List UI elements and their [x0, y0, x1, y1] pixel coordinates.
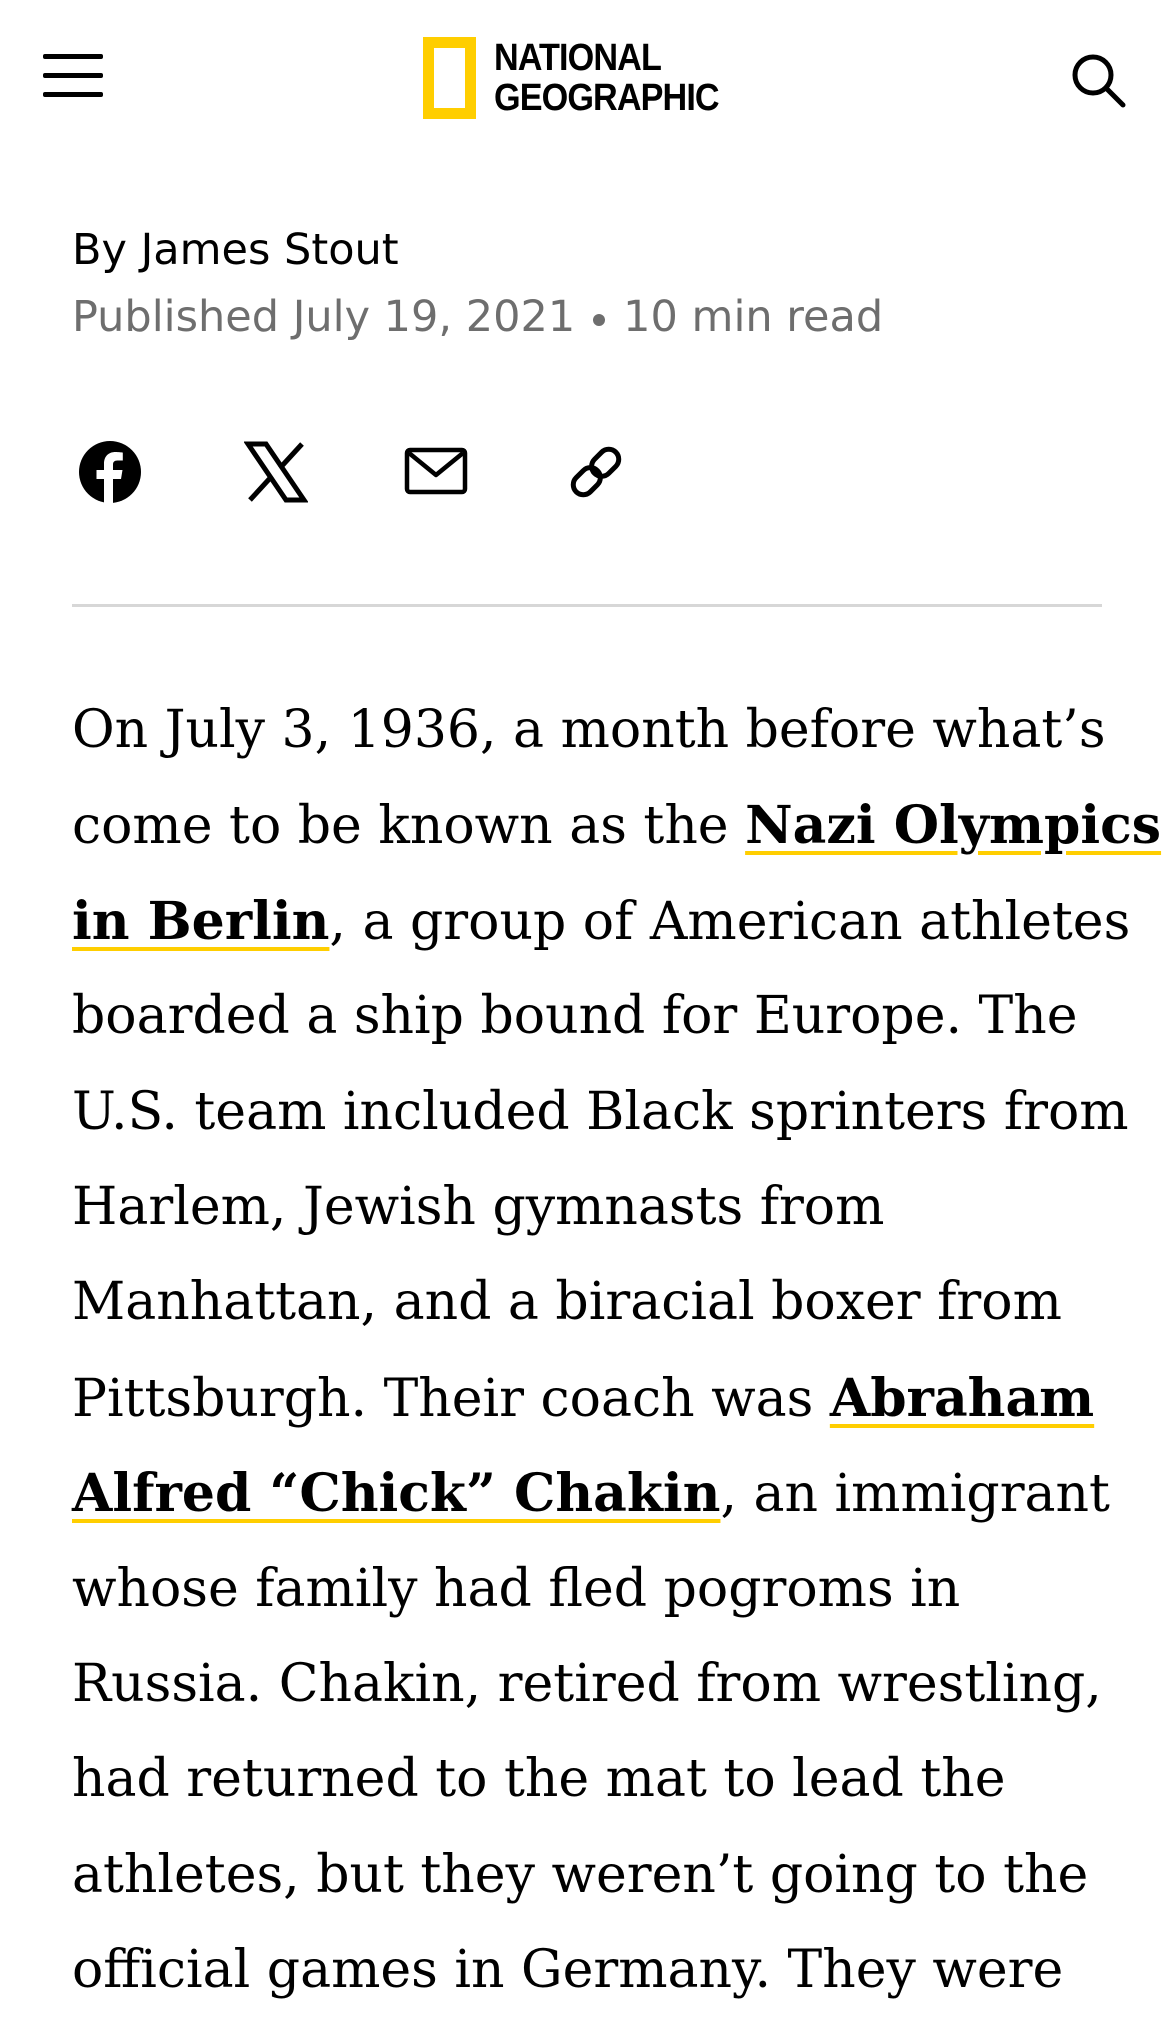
national-geographic-logo[interactable]: NATIONAL GEOGRAPHIC — [423, 30, 744, 125]
facebook-icon[interactable] — [78, 440, 146, 508]
article-line: Manhattan, and a biracial boxer from — [72, 1272, 1062, 1333]
article-line: boarded a ship bound for Europe. The — [72, 986, 1078, 1047]
share-bar — [72, 440, 672, 510]
logo-line-1: NATIONAL — [494, 36, 662, 79]
email-icon[interactable] — [404, 440, 472, 508]
article-text: Pittsburgh. Their coach was — [72, 1368, 830, 1429]
separator-dot — [593, 313, 606, 326]
site-header: NATIONAL GEOGRAPHIC — [0, 0, 1162, 155]
article-line: Russia. Chakin, retired from wrestling, — [72, 1653, 1102, 1714]
article-line: On July 3, 1936, a month before what’s — [72, 700, 1106, 760]
article-line: come to be known as the Nazi Olympics — [72, 778, 1161, 873]
published-date: Published July 19, 2021 — [72, 292, 576, 342]
link-icon[interactable] — [564, 440, 632, 508]
read-time: 10 min read — [623, 292, 884, 342]
nazi-olympics-link-cont[interactable]: in Berlin — [72, 891, 329, 952]
article-text: , a group of American athletes — [329, 891, 1131, 952]
article-text: come to be known as the — [72, 796, 746, 857]
article-line: had returned to the mat to lead the — [72, 1749, 1006, 1810]
nazi-olympics-link[interactable]: Nazi Olympics — [745, 795, 1161, 856]
section-divider — [72, 604, 1102, 607]
article-line: in Berlin, a group of American athletes — [72, 874, 1130, 969]
article-text: , an immigrant — [720, 1464, 1110, 1525]
article-line: official games in Germany. They were — [72, 1940, 1064, 2001]
article-line: whose family had fled pogroms in — [72, 1558, 961, 1619]
chakin-link[interactable]: Abraham — [830, 1368, 1094, 1429]
search-icon[interactable] — [1068, 50, 1130, 112]
article-line: athletes, but they weren’t going to the — [72, 1844, 1089, 1905]
author-byline: By James Stout — [72, 225, 399, 275]
logo-line-2: GEOGRAPHIC — [494, 76, 720, 119]
logo-wordmark: NATIONAL GEOGRAPHIC — [494, 36, 720, 119]
article-line: Pittsburgh. Their coach was Abraham — [72, 1351, 1112, 1446]
logo-yellow-border — [423, 36, 476, 119]
article-body: On July 3, 1936, a month before what’s c… — [72, 683, 1161, 2018]
chakin-link-cont[interactable]: Alfred “Chick” Chakin — [72, 1463, 720, 1524]
publish-info: Published July 19, 2021 10 min read — [72, 292, 883, 342]
article-line: Alfred “Chick” Chakin, an immigrant — [72, 1446, 1112, 1541]
x-icon[interactable] — [243, 440, 312, 508]
hamburger-menu-icon[interactable] — [43, 54, 105, 102]
article-line: U.S. team included Black sprinters from — [72, 1081, 1129, 1142]
article-line: Harlem, Jewish gymnasts from — [72, 1176, 885, 1237]
